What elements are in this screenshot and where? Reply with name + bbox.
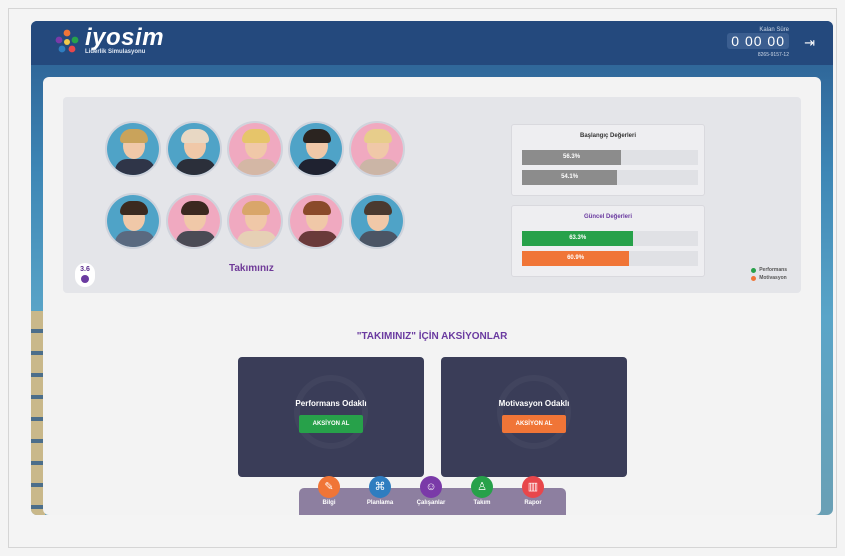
team-score-badge[interactable]: 3.6	[75, 263, 95, 287]
motivation-action-button[interactable]: AKSİYON AL	[502, 415, 566, 433]
bottom-dock: ✎ Bilgi ⌘ Planlama ☺ Çalışanlar ♙ Takım ▥ Rapor	[299, 476, 566, 515]
top-bar: iyosim Liderlik Simulasyonu Kalan Süre 0…	[31, 21, 833, 65]
performance-action-button[interactable]: AKSİYON AL	[299, 415, 363, 433]
actions-title: "TAKIMINIZ" İÇİN AKSİYONLAR	[356, 331, 508, 342]
legend-motivation: Motivasyon	[751, 275, 787, 281]
current-performance-fill: 63.3%	[522, 231, 634, 246]
legend-performance: Performans	[751, 267, 787, 273]
initial-performance-fill: 56.3%	[522, 150, 622, 165]
dock-item-bilgi[interactable]: ✎ Bilgi	[309, 476, 349, 506]
current-motivation-fill: 60.9%	[522, 251, 630, 266]
team-member-avatar[interactable]	[227, 121, 283, 177]
legend: Performans Motivasyon	[751, 267, 787, 283]
team-member-avatar[interactable]	[288, 121, 344, 177]
initial-performance-bar: 56.3%	[522, 150, 698, 165]
app-window: iyosim Liderlik Simulasyonu Kalan Süre 0…	[31, 21, 833, 515]
main-panel: 3.6 Takımınız Başlangıç Değerleri 56.3% …	[43, 77, 821, 515]
browser-frame: iyosim Liderlik Simulasyonu Kalan Süre 0…	[8, 8, 837, 548]
paperclip-icon: ✎	[318, 476, 340, 498]
team-member-avatar[interactable]	[227, 193, 283, 249]
initial-values-card: Başlangıç Değerleri 56.3% 54.1%	[511, 124, 705, 196]
initial-motivation-bar: 54.1%	[522, 170, 698, 185]
current-values-card: Güncel Değerleri 63.3% 60.9%	[511, 205, 705, 277]
dock-item-planlama[interactable]: ⌘ Planlama	[360, 476, 400, 506]
timer: Kalan Süre 0 00 00 8265-9157-12	[727, 27, 789, 58]
timer-value: 0 00 00	[727, 33, 789, 49]
dock-label: Bilgi	[322, 500, 336, 506]
current-performance-bar: 63.3%	[522, 231, 698, 246]
team-member-avatar[interactable]	[288, 193, 344, 249]
team-member-avatar[interactable]	[349, 121, 405, 177]
logout-icon[interactable]: ⇥	[804, 35, 815, 51]
brand-logo[interactable]: iyosim Liderlik Simulasyonu	[53, 24, 165, 55]
dock-item-rapor[interactable]: ▥ Rapor	[513, 476, 553, 506]
motivation-action-card: Motivasyon Odaklı AKSİYON AL	[441, 357, 627, 477]
team-panel: 3.6 Takımınız Başlangıç Değerleri 56.3% …	[63, 97, 801, 293]
brand-name: iyosim	[85, 24, 165, 51]
performance-action-title: Performans Odaklı	[295, 399, 367, 408]
team-member-avatar[interactable]	[349, 193, 405, 249]
dock-item-çalışanlar[interactable]: ☺ Çalışanlar	[411, 476, 451, 506]
dock-label: Rapor	[524, 500, 542, 506]
team-member-avatar[interactable]	[166, 121, 222, 177]
performance-action-card: Performans Odaklı AKSİYON AL	[238, 357, 424, 477]
team-member-avatar[interactable]	[105, 121, 161, 177]
current-values-title: Güncel Değerleri	[583, 214, 633, 220]
dock-label: Planlama	[366, 500, 394, 506]
bar-chart-icon: ▥	[522, 476, 544, 498]
logo-mark-icon	[53, 27, 81, 55]
dock-item-takım[interactable]: ♙ Takım	[462, 476, 502, 506]
dock-label: Çalışanlar	[416, 500, 446, 506]
hierarchy-icon: ♙	[471, 476, 493, 498]
team-member-avatar[interactable]	[166, 193, 222, 249]
session-code: 8265-9157-12	[757, 52, 789, 58]
initial-values-title: Başlangıç Değerleri	[579, 133, 637, 139]
nodes-icon: ⌘	[369, 476, 391, 498]
initial-motivation-fill: 54.1%	[522, 170, 618, 185]
motivation-action-title: Motivasyon Odaklı	[498, 399, 570, 408]
team-member-avatar[interactable]	[105, 193, 161, 249]
people-icon: ☺	[420, 476, 442, 498]
team-score: 3.6	[80, 266, 90, 273]
team-title: Takımınız	[229, 263, 274, 274]
dock-label: Takım	[473, 500, 491, 506]
current-motivation-bar: 60.9%	[522, 251, 698, 266]
pie-icon	[81, 275, 89, 283]
